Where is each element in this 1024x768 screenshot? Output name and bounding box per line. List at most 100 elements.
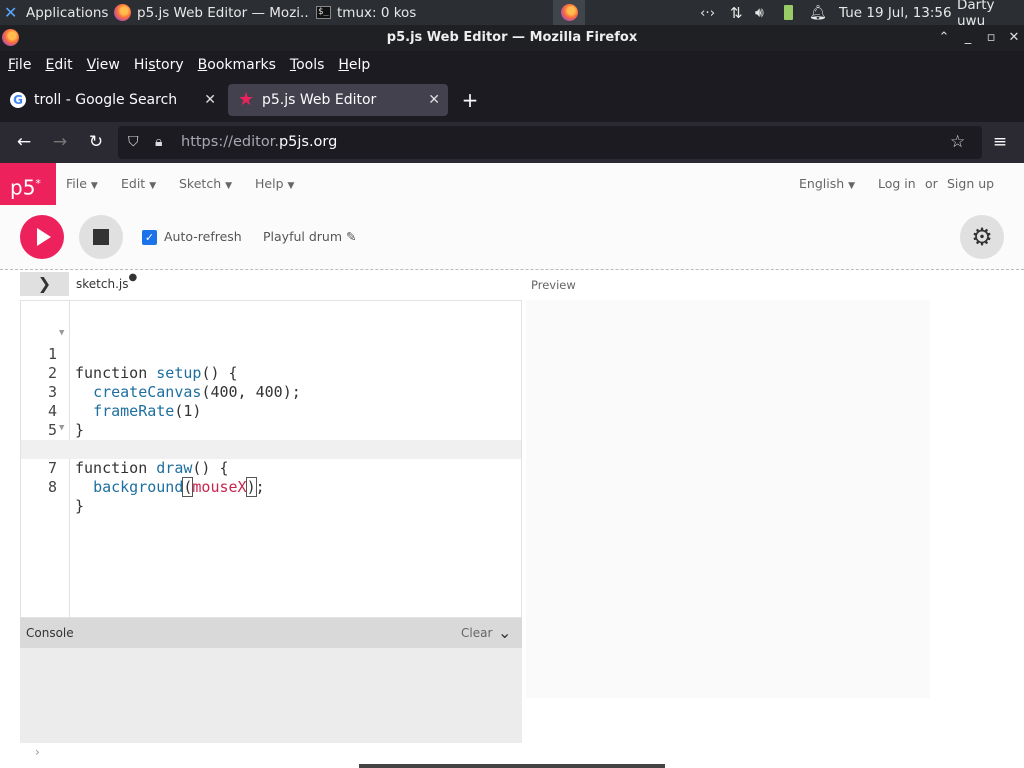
horizontal-scrollbar[interactable] bbox=[359, 764, 665, 768]
sidebar-toggle-button[interactable]: ❯ bbox=[20, 272, 69, 296]
url-text[interactable]: https://editor.p5js.org bbox=[181, 126, 337, 159]
forward-arrow-icon[interactable]: → bbox=[48, 130, 72, 154]
chevron-right-icon: ❯ bbox=[37, 274, 52, 293]
tab-p5-editor[interactable]: ★ p5.js Web Editor ✕ bbox=[228, 84, 448, 116]
clock[interactable]: Tue 19 Jul, 13:56 bbox=[839, 0, 952, 25]
menu-bookmarks-accel: B bbox=[197, 56, 208, 73]
hamburger-menu-icon[interactable]: ≡ bbox=[988, 130, 1012, 154]
tab-close-icon[interactable]: ✕ bbox=[204, 84, 216, 116]
tab-close-icon[interactable]: ✕ bbox=[428, 84, 440, 116]
login-link[interactable]: Log in bbox=[878, 163, 916, 205]
unsaved-dot-icon: ● bbox=[128, 272, 138, 283]
lock-icon[interactable]: 🔒︎ bbox=[155, 126, 162, 159]
tab-strip: G troll - Google Search ✕ ★ p5.js Web Ed… bbox=[0, 78, 1024, 122]
chevron-down-icon[interactable]: ⌄ bbox=[498, 618, 511, 648]
window-restore-button[interactable]: ▫ bbox=[982, 25, 1000, 51]
stop-button[interactable] bbox=[79, 215, 123, 259]
sketch-name[interactable]: Playful drum ✎ bbox=[263, 229, 356, 244]
console-clear-button[interactable]: Clear bbox=[461, 618, 492, 648]
new-tab-button[interactable]: + bbox=[458, 84, 482, 116]
console-title: Console bbox=[26, 626, 74, 640]
code-line[interactable]: 6▼ function draw() { bbox=[21, 419, 521, 477]
play-icon bbox=[37, 228, 51, 246]
user-name[interactable]: Darty uwu bbox=[957, 0, 1024, 29]
terminal-icon: $_ bbox=[316, 6, 331, 19]
menu-view-rest: iew bbox=[95, 56, 120, 73]
taskbar-item-firefox[interactable]: p5.js Web Editor — Mozi... bbox=[110, 0, 310, 25]
menu-edit-rest: dit bbox=[54, 56, 73, 73]
p5-menu-help-label: Help bbox=[255, 176, 284, 191]
window-titlebar[interactable]: p5.js Web Editor — Mozilla Firefox ⌃ _ ▫… bbox=[0, 25, 1024, 51]
p5-logo[interactable]: p5* bbox=[0, 163, 56, 205]
language-dropdown[interactable]: English ▼ bbox=[799, 163, 855, 205]
menu-tools[interactable]: Tools bbox=[290, 57, 325, 73]
play-button[interactable] bbox=[20, 215, 64, 259]
shield-icon[interactable]: ⛉ bbox=[128, 126, 139, 159]
menu-history[interactable]: History bbox=[134, 57, 184, 73]
network-icon[interactable]: ‹·› bbox=[700, 0, 715, 25]
url-bar[interactable]: ⛉ 🔒︎ https://editor.p5js.org ☆ bbox=[118, 126, 982, 159]
p5-menu-file[interactable]: File ▼ bbox=[66, 163, 98, 205]
window-minimize-button[interactable]: _ bbox=[959, 25, 977, 51]
matched-bracket: ) bbox=[245, 477, 257, 497]
p5-menu-sketch[interactable]: Sketch ▼ bbox=[179, 163, 232, 205]
volume-icon[interactable]: 🔊︎ bbox=[755, 0, 764, 25]
p5-nav-bar: p5* File ▼ Edit ▼ Sketch ▼ Help ▼ English ▼ L… bbox=[0, 163, 1024, 205]
back-arrow-icon[interactable]: ← bbox=[12, 130, 36, 154]
menu-history-pre: Hi bbox=[133, 56, 149, 73]
url-prefix: https://editor. bbox=[181, 134, 279, 150]
menu-help-rest: elp bbox=[348, 56, 371, 73]
preview-label: Preview bbox=[531, 278, 576, 292]
tab-p5-editor-label: p5.js Web Editor bbox=[262, 92, 377, 108]
file-tab-label: sketch.js bbox=[76, 277, 129, 291]
code-line[interactable]: 5 bbox=[21, 402, 521, 439]
pencil-icon: ✎ bbox=[346, 229, 357, 244]
menu-bookmarks[interactable]: Bookmarks bbox=[198, 57, 276, 73]
code-line[interactable]: 4 } bbox=[21, 383, 521, 439]
p5-menu-edit[interactable]: Edit ▼ bbox=[121, 163, 156, 205]
window-close-button[interactable]: ✕ bbox=[1005, 25, 1023, 51]
p5-logo-text: p5 bbox=[10, 175, 36, 200]
p5-menu-help[interactable]: Help ▼ bbox=[255, 163, 294, 205]
menu-help[interactable]: Help bbox=[338, 57, 370, 73]
code-line[interactable]: 2 createCanvas(400, 400); bbox=[21, 345, 521, 401]
caret-down-icon: ▼ bbox=[225, 181, 233, 191]
navigation-toolbar: ← → ↻ ⛉ 🔒︎ https://editor.p5js.org ☆ ≡ bbox=[0, 122, 1024, 163]
toolbar-divider bbox=[0, 269, 1024, 270]
menu-file[interactable]: File bbox=[8, 57, 31, 73]
bookmark-star-icon[interactable]: ☆ bbox=[950, 126, 965, 159]
battery-icon[interactable] bbox=[784, 0, 793, 25]
transfer-icon[interactable]: ⇅ bbox=[730, 0, 743, 25]
reload-icon[interactable]: ↻ bbox=[84, 130, 108, 154]
tab-google-search[interactable]: G troll - Google Search ✕ bbox=[0, 84, 224, 116]
code-line[interactable]: 1 ▼ function setup() { bbox=[21, 324, 521, 382]
auto-refresh-checkbox[interactable]: ✓ bbox=[142, 230, 157, 245]
code-editor[interactable]: 1 ▼ function setup() { 2 createCanvas(400… bbox=[20, 300, 522, 618]
applications-menu[interactable]: ✕ Applications ☰ bbox=[0, 0, 108, 25]
code-line[interactable]: 3 frameRate(1) bbox=[21, 364, 521, 420]
menu-view[interactable]: View bbox=[87, 57, 120, 73]
settings-button[interactable]: ⚙ bbox=[960, 215, 1004, 259]
desktop-panel: ✕ Applications ☰ p5.js Web Editor — Mozi… bbox=[0, 0, 1024, 29]
variable: mouseX bbox=[192, 478, 247, 496]
window-maximize-button[interactable]: ⌃ bbox=[935, 25, 953, 51]
caret-down-icon: ▼ bbox=[149, 181, 157, 191]
tab-google-search-label: troll - Google Search bbox=[34, 92, 178, 108]
code-line[interactable]: 8 } bbox=[21, 459, 521, 515]
workspace-firefox-button[interactable] bbox=[553, 0, 585, 25]
preview-canvas[interactable] bbox=[526, 300, 930, 698]
menu-history-rest: tory bbox=[155, 56, 184, 73]
fold-arrow-icon[interactable]: ▼ bbox=[59, 324, 64, 343]
menu-history-accel: s bbox=[148, 56, 156, 73]
file-tab-sketch[interactable]: sketch.js ● bbox=[76, 272, 137, 291]
or-text: or bbox=[925, 176, 938, 191]
taskbar-item-terminal[interactable]: $_ tmux: 0 kos bbox=[312, 0, 508, 25]
menu-file-rest: ile bbox=[15, 56, 32, 73]
notification-bell-icon[interactable]: 🔔︎ bbox=[809, 0, 827, 25]
p5-menu-edit-label: Edit bbox=[121, 176, 146, 191]
menu-edit[interactable]: Edit bbox=[45, 57, 72, 73]
code-line-active[interactable]: 7 background(mouseX); bbox=[21, 440, 521, 497]
console-output bbox=[20, 648, 522, 743]
signup-link[interactable]: Sign up bbox=[947, 163, 994, 205]
fold-arrow-icon[interactable]: ▼ bbox=[59, 419, 64, 438]
